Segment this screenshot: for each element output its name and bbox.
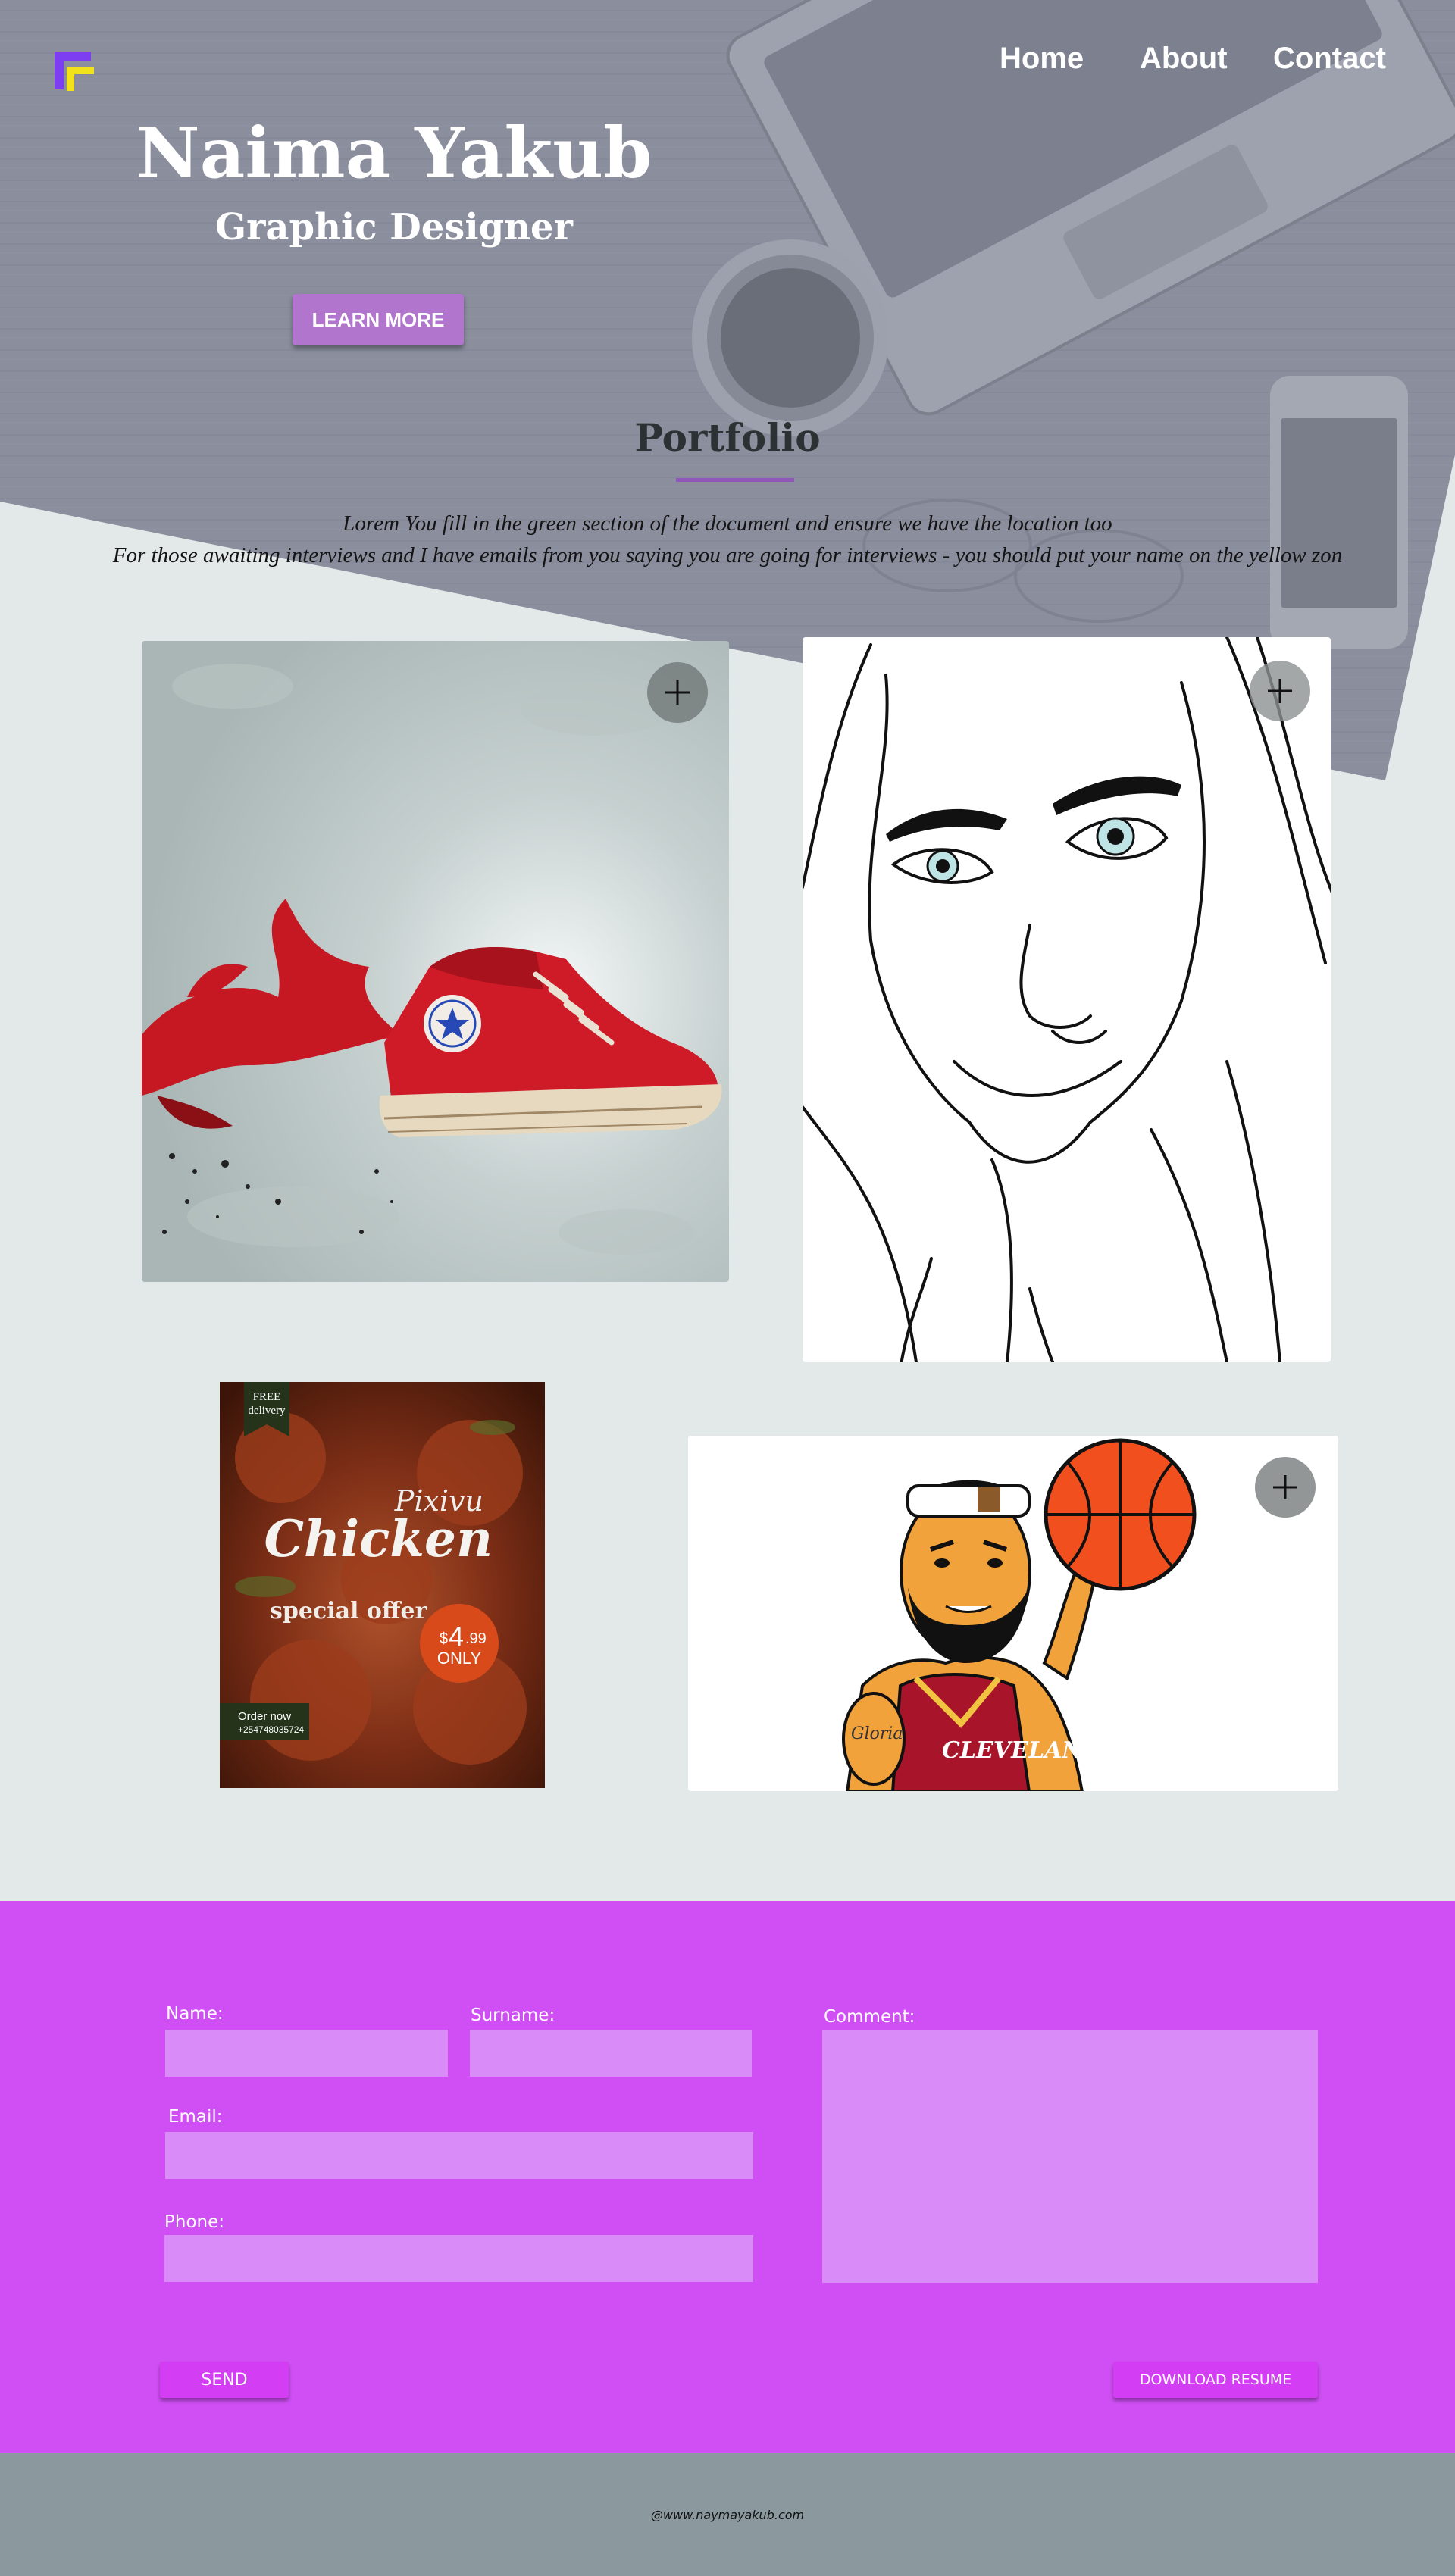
portfolio-item-basketball[interactable]: CLEVELAND Gloria — [688, 1436, 1338, 1791]
portfolio-title: Portfolio — [634, 415, 821, 460]
poster-price-cents: .99 — [465, 1630, 487, 1647]
name-field[interactable] — [165, 2030, 448, 2077]
portfolio-description-line1: Lorem You fill in the green section of t… — [343, 511, 1112, 536]
portrait-artwork — [803, 637, 1331, 1362]
poster-order-line1: Order now — [238, 1710, 291, 1723]
poster-price-suffix: ONLY — [437, 1649, 482, 1668]
chicken-poster-artwork: FREE delivery Pixivu Chicken special off… — [220, 1382, 545, 1788]
poster-currency: $ — [440, 1630, 448, 1647]
poster-order-line2: +254748035724 — [238, 1724, 304, 1735]
poster-badge-line1: FREE — [253, 1391, 281, 1403]
portfolio-description-line2: For those awaiting interviews and I have… — [112, 543, 1343, 567]
portfolio-underline — [676, 478, 794, 482]
nav-home-link[interactable]: Home — [1000, 42, 1084, 76]
plus-icon — [665, 680, 690, 705]
brand-logo-icon[interactable] — [55, 50, 94, 91]
footer: @www.naymayakub.com — [0, 2453, 1455, 2576]
poster-offer: special offer — [270, 1598, 428, 1624]
comment-field[interactable] — [822, 2030, 1318, 2283]
portfolio-item-sneaker[interactable] — [142, 641, 729, 1282]
name-label: Name: — [166, 2004, 224, 2024]
surname-label: Surname: — [471, 2005, 555, 2025]
phone-field[interactable] — [164, 2235, 753, 2282]
portfolio-item-chicken-poster[interactable]: FREE delivery Pixivu Chicken special off… — [220, 1382, 545, 1788]
poster-badge-line2: delivery — [248, 1405, 286, 1417]
expand-button[interactable] — [647, 662, 708, 723]
email-field[interactable] — [165, 2132, 753, 2179]
hero-role: Graphic Designer — [215, 206, 573, 249]
poster-price-main: 4 — [449, 1621, 464, 1652]
comment-label: Comment: — [824, 2007, 915, 2027]
learn-more-button[interactable]: LEARN MORE — [293, 294, 464, 345]
surname-field[interactable] — [470, 2030, 752, 2077]
portfolio-item-portrait[interactable] — [803, 637, 1331, 1362]
email-label: Email: — [168, 2107, 223, 2127]
sneaker-artwork — [142, 641, 729, 1282]
plus-icon — [1268, 679, 1292, 703]
expand-button[interactable] — [1255, 1457, 1316, 1518]
tattoo-text: Gloria — [851, 1724, 903, 1743]
expand-button[interactable] — [1250, 661, 1310, 721]
basketball-artwork: CLEVELAND Gloria — [842, 1438, 1197, 1791]
hero-name: Naima Yakub — [136, 112, 652, 194]
plus-icon — [1273, 1475, 1297, 1499]
jersey-text: CLEVELAND — [942, 1737, 1103, 1764]
send-button[interactable]: SEND — [160, 2362, 289, 2398]
poster-headline: Chicken — [264, 1509, 493, 1568]
phone-label: Phone: — [164, 2212, 224, 2232]
download-resume-button[interactable]: DOWNLOAD RESUME — [1113, 2362, 1318, 2398]
nav-contact-link[interactable]: Contact — [1273, 42, 1386, 76]
nav-about-link[interactable]: About — [1140, 42, 1228, 76]
footer-website-link[interactable]: @www.naymayakub.com — [0, 2508, 1455, 2522]
